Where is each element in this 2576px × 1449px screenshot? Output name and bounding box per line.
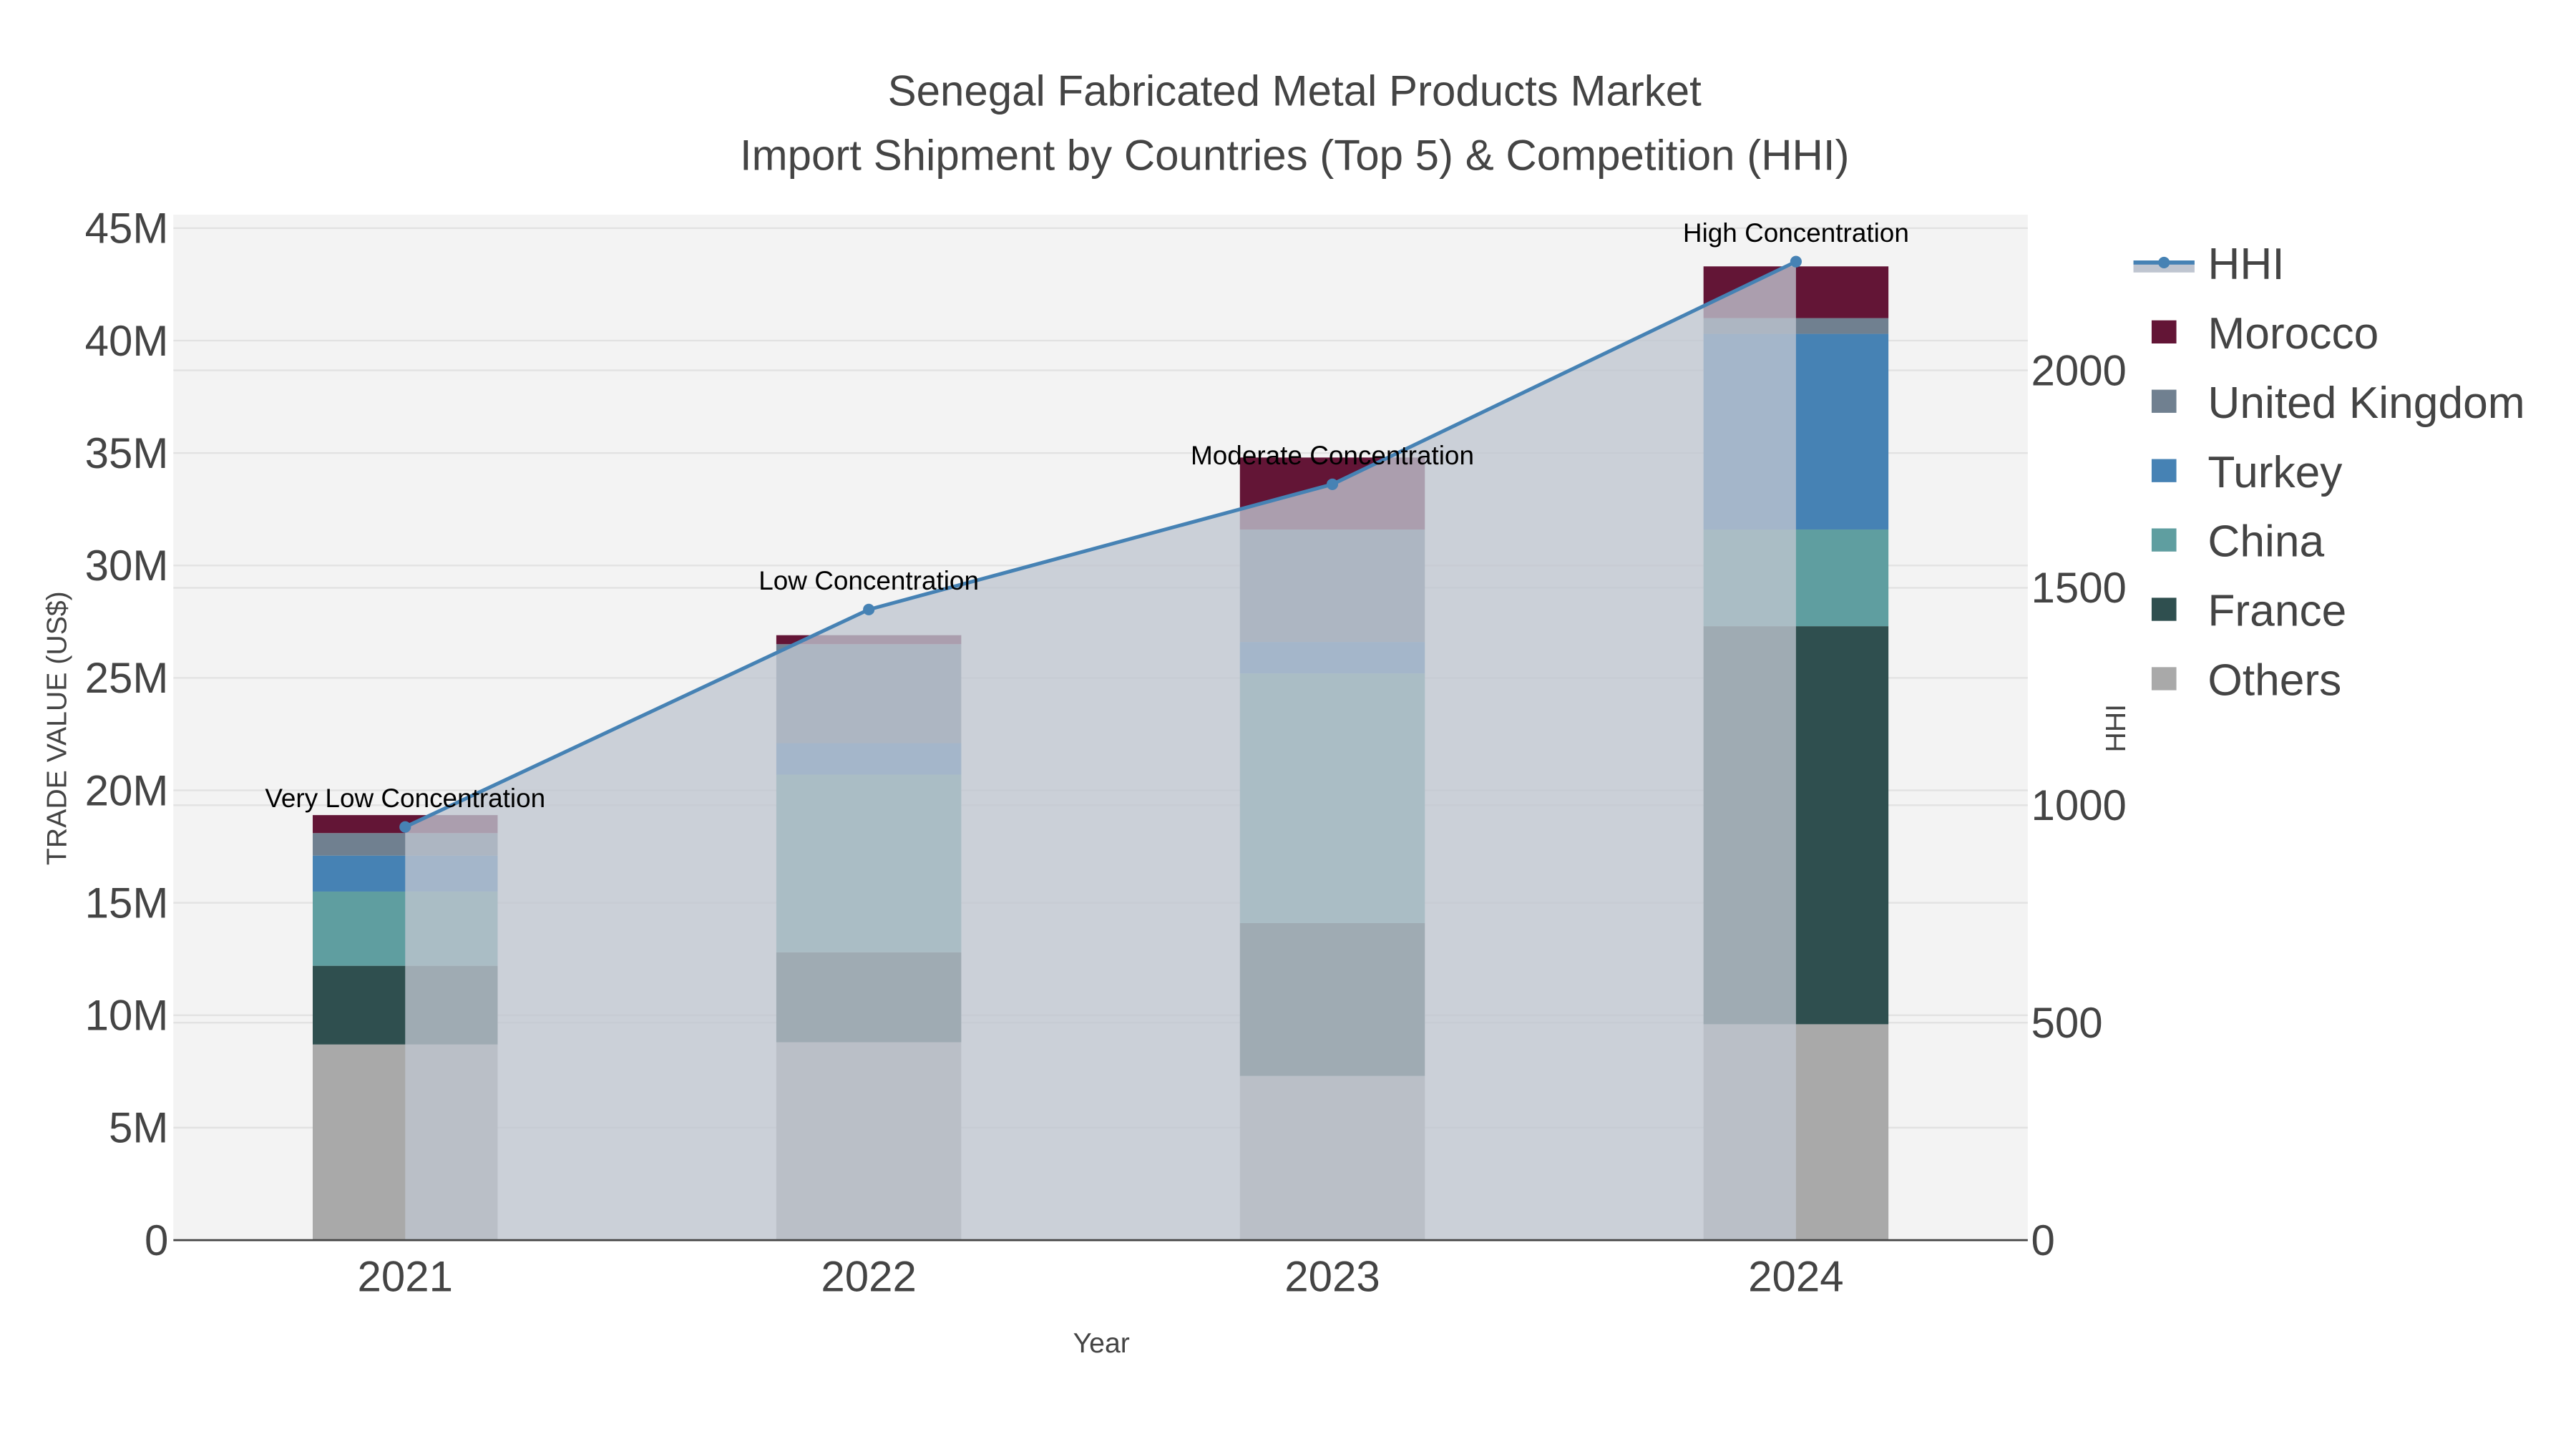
- y-axis-title: TRADE VALUE (US$): [41, 591, 72, 865]
- legend-swatch: [2151, 528, 2177, 552]
- legend-swatch: [2151, 389, 2177, 413]
- y-tick-label: 15M: [85, 879, 169, 927]
- x-tick-label: 2022: [821, 1253, 916, 1301]
- y-tick-label: 5M: [109, 1104, 168, 1152]
- legend-swatch: [2151, 667, 2177, 691]
- legend-label: France: [2207, 587, 2346, 636]
- chart-title-line1: Senegal Fabricated Metal Products Market: [888, 67, 1702, 115]
- legend-item-united-kingdom: United Kingdom: [2151, 379, 2525, 428]
- y-tick-label: 30M: [85, 542, 169, 590]
- x-axis-title: Year: [1073, 1327, 1130, 1359]
- legend-label: HHI: [2207, 240, 2284, 289]
- legend-swatch: [2151, 320, 2177, 343]
- y2-tick-label: 2000: [2031, 346, 2126, 394]
- x-tick-label: 2024: [1748, 1253, 1843, 1301]
- y-tick-label: 20M: [85, 766, 169, 814]
- chart: Senegal Fabricated Metal Products Market…: [0, 0, 2576, 1449]
- hhi-point: [1326, 478, 1339, 490]
- legend-swatch: [2151, 597, 2177, 621]
- legend-label: United Kingdom: [2207, 379, 2524, 428]
- legend-label: Turkey: [2207, 448, 2343, 497]
- hhi-point: [863, 603, 875, 615]
- y2-axis-title: HHI: [2100, 704, 2132, 753]
- y-tick-label: 10M: [85, 992, 169, 1040]
- x-tick-label: 2021: [358, 1253, 453, 1301]
- y2-tick-label: 0: [2031, 1216, 2054, 1264]
- hhi-annotation: High Concentration: [1683, 218, 1909, 248]
- hhi-annotation: Very Low Concentration: [265, 784, 545, 813]
- y2-tick-label: 1500: [2031, 564, 2126, 612]
- legend-label: Morocco: [2207, 309, 2379, 358]
- y-tick-label: 45M: [85, 205, 169, 253]
- legend-label: China: [2207, 517, 2324, 567]
- y-tick-label: 40M: [85, 317, 169, 365]
- hhi-annotation: Moderate Concentration: [1191, 441, 1474, 470]
- legend-swatch: [2151, 459, 2177, 482]
- legend-swatch-hhi-marker: [2158, 256, 2170, 268]
- chart-title-line2: Import Shipment by Countries (Top 5) & C…: [740, 132, 1850, 180]
- x-tick-label: 2023: [1284, 1253, 1380, 1301]
- hhi-point: [1790, 255, 1802, 268]
- hhi-point: [399, 821, 411, 833]
- y-tick-label: 35M: [85, 429, 169, 477]
- y-tick-label: 0: [145, 1216, 168, 1264]
- y-tick-label: 25M: [85, 654, 169, 702]
- hhi-annotation: Low Concentration: [758, 566, 979, 595]
- y2-tick-label: 1000: [2031, 781, 2126, 829]
- y2-tick-label: 500: [2031, 999, 2102, 1047]
- legend-label: Others: [2207, 656, 2341, 706]
